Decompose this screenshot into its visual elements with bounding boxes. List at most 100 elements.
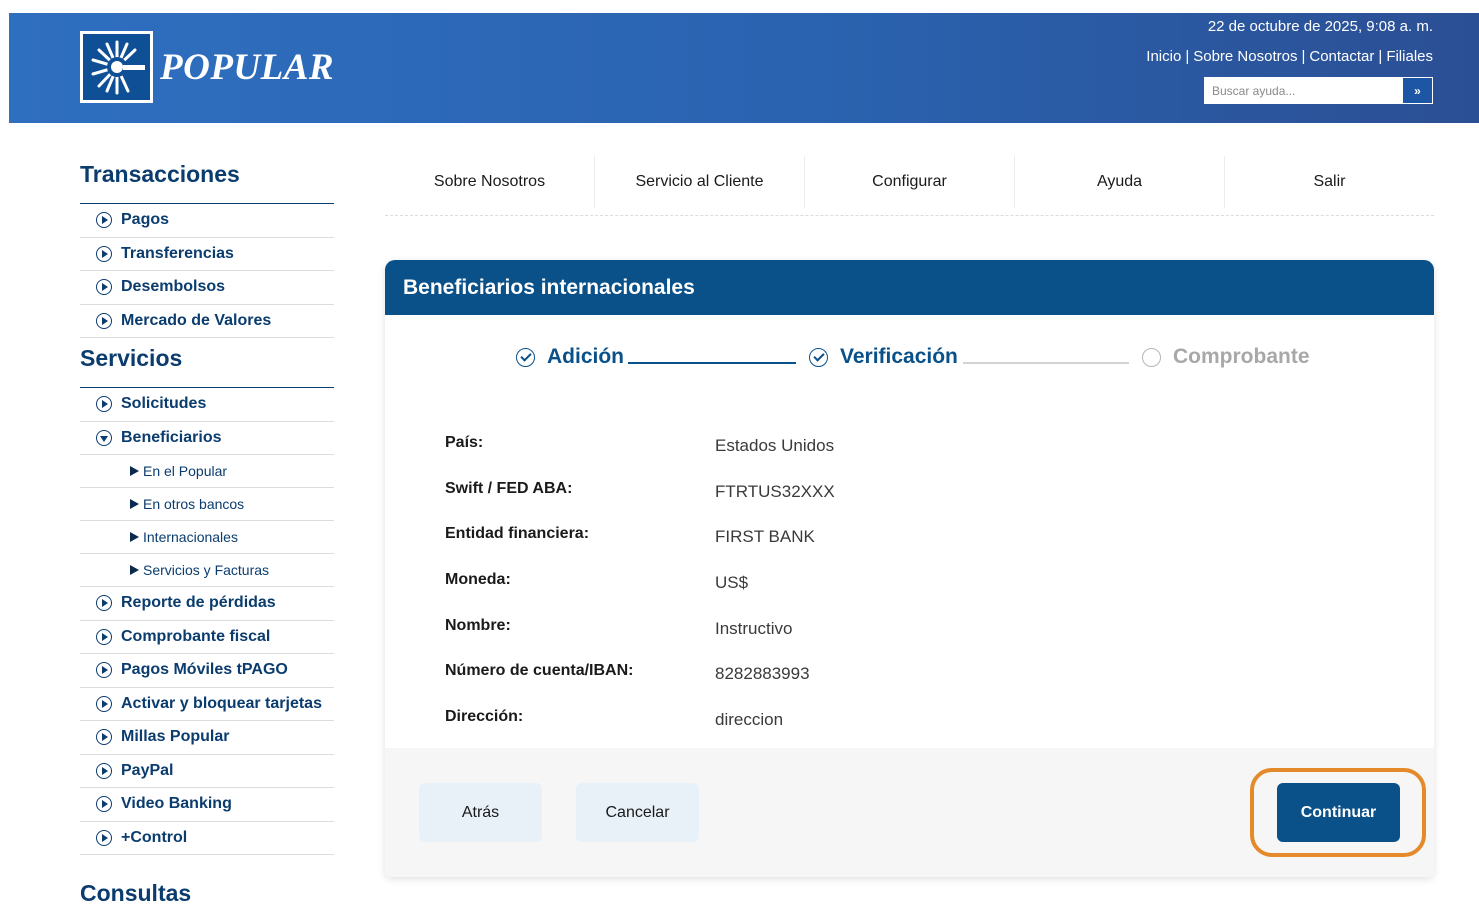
triangle-right-icon [130, 466, 139, 476]
sidebar-subitem-label: Servicios y Facturas [143, 562, 270, 578]
sidebar-item-pagos-moviles[interactable]: Pagos Móviles tPAGO [80, 654, 334, 688]
sidebar-item-comprobante-fiscal[interactable]: Comprobante fiscal [80, 621, 334, 654]
sidebar-item-label: Comprobante fiscal [121, 627, 271, 645]
detail-row-direccion: Dirección: direccion [445, 704, 1345, 750]
detail-row-moneda: Moneda: US$ [445, 567, 1345, 613]
detail-label: Número de cuenta/IBAN: [445, 662, 634, 680]
play-circle-icon [96, 212, 112, 229]
link-inicio[interactable]: Inicio [1146, 48, 1181, 65]
link-separator: | [1301, 48, 1306, 65]
sidebar-item-label: Solicitudes [121, 395, 207, 413]
link-contactar[interactable]: Contactar [1309, 48, 1374, 65]
sidebar-subitem-servicios-y-facturas[interactable]: Servicios y Facturas [80, 554, 334, 587]
top-nav-tabs: Sobre Nosotros Servicio al Cliente Confi… [385, 156, 1434, 216]
detail-value: FTRTUS32XXX [715, 481, 835, 501]
play-circle-icon [96, 595, 112, 612]
sidebar-item-label: +Control [121, 828, 188, 846]
header-datetime: 22 de octubre de 2025, 9:08 a. m. [1207, 18, 1433, 35]
play-circle-icon [96, 695, 112, 712]
detail-row-cuenta: Número de cuenta/IBAN: 8282883993 [445, 658, 1345, 704]
cancel-button[interactable]: Cancelar [576, 783, 699, 842]
detail-row-swift: Swift / FED ABA: FTRTUS32XXX [445, 476, 1345, 522]
sidebar-item-label: PayPal [121, 761, 174, 779]
detail-label: Nombre: [445, 616, 511, 634]
site-header: POPULAR 22 de octubre de 2025, 9:08 a. m… [9, 13, 1479, 123]
sidebar-item-millas-popular[interactable]: Millas Popular [80, 721, 334, 755]
section-title-transacciones: Transacciones [80, 158, 334, 204]
sidebar-subitem-en-otros-bancos[interactable]: En otros bancos [80, 488, 334, 521]
popular-logo-icon[interactable] [80, 31, 153, 103]
continue-button[interactable]: Continuar [1277, 783, 1400, 842]
tab-sobre-nosotros[interactable]: Sobre Nosotros [385, 156, 595, 208]
tab-servicio-al-cliente[interactable]: Servicio al Cliente [595, 156, 805, 208]
sidebar-item-label: Millas Popular [121, 728, 230, 746]
play-circle-icon [96, 628, 112, 645]
link-separator: | [1378, 48, 1383, 65]
sidebar-subitem-label: En otros bancos [143, 496, 245, 512]
detail-label: País: [445, 434, 484, 451]
sidebar-item-transferencias[interactable]: Transferencias [80, 238, 334, 271]
sidebar-item-video-banking[interactable]: Video Banking [80, 788, 334, 822]
play-circle-icon [96, 829, 112, 846]
back-button[interactable]: Atrás [419, 783, 542, 842]
sidebar-subitem-internacionales[interactable]: Internacionales [80, 521, 334, 554]
detail-row-pais: País: Estados Unidos [445, 430, 1345, 476]
play-circle-icon [96, 279, 112, 296]
tab-salir[interactable]: Salir [1225, 156, 1434, 208]
sidebar-item-control[interactable]: +Control [80, 822, 334, 855]
chevron-down-circle-icon [96, 429, 112, 446]
sidebar-item-label: Pagos [121, 211, 170, 229]
detail-value: 8282883993 [715, 664, 810, 684]
sidebar-item-paypal[interactable]: PayPal [80, 755, 334, 788]
link-sobre-nosotros[interactable]: Sobre Nosotros [1193, 48, 1297, 65]
sidebar-item-beneficiarios[interactable]: Beneficiarios [80, 422, 334, 455]
sidebar-item-label: Desembolsos [121, 278, 226, 296]
header-links: Inicio | Sobre Nosotros | Contactar | Fi… [1146, 48, 1433, 65]
sidebar-item-label: Pagos Móviles tPAGO [121, 661, 288, 679]
step-comprobante: Comprobante [1142, 345, 1310, 369]
detail-value: Instructivo [715, 618, 793, 638]
section-title-servicios: Servicios [80, 342, 334, 388]
detail-label: Entidad financiera: [445, 525, 590, 543]
play-circle-icon [96, 729, 112, 746]
sidebar: Transacciones Pagos Transferencias Desem… [80, 158, 334, 855]
card-title: Beneficiarios internacionales [385, 260, 1434, 315]
sidebar-item-pagos[interactable]: Pagos [80, 204, 334, 238]
play-circle-icon [96, 396, 112, 413]
detail-value: Estados Unidos [715, 436, 835, 455]
sidebar-item-activar-bloquear-tarjetas[interactable]: Activar y bloquear tarjetas [80, 688, 334, 721]
sidebar-subitem-en-el-popular[interactable]: En el Popular [80, 455, 334, 488]
sidebar-item-label: Reporte de pérdidas [121, 594, 276, 612]
beneficiary-card: Beneficiarios internacionales Adición Ve… [385, 260, 1434, 877]
detail-row-entidad: Entidad financiera: FIRST BANK [445, 521, 1345, 567]
step-connector [963, 362, 1129, 364]
detail-value: direccion [715, 710, 784, 730]
card-actions: Atrás Cancelar Continuar [385, 748, 1434, 877]
detail-value: FIRST BANK [715, 527, 815, 547]
sidebar-item-label: Beneficiarios [121, 428, 222, 446]
detail-label: Dirección: [445, 708, 524, 726]
search-submit-button[interactable]: » [1402, 77, 1433, 104]
link-filiales[interactable]: Filiales [1386, 48, 1433, 65]
step-adicion: Adición [516, 345, 624, 369]
sidebar-item-label: Activar y bloquear tarjetas [121, 694, 322, 712]
sidebar-item-mercado-de-valores[interactable]: Mercado de Valores [80, 305, 334, 338]
progress-stepper: Adición Verificación Comprobante [385, 345, 1434, 381]
sidebar-item-label: Mercado de Valores [121, 311, 272, 329]
empty-circle-icon [1142, 347, 1161, 367]
step-label: Verificación [840, 345, 958, 368]
play-circle-icon [96, 662, 112, 679]
search-input[interactable] [1204, 77, 1402, 104]
tab-configurar[interactable]: Configurar [805, 156, 1015, 208]
step-connector [628, 362, 796, 364]
detail-value: US$ [715, 573, 749, 593]
section-title-consultas[interactable]: Consultas [80, 880, 191, 906]
sidebar-item-desembolsos[interactable]: Desembolsos [80, 271, 334, 305]
check-circle-icon [516, 347, 535, 367]
sidebar-item-label: Transferencias [121, 244, 234, 262]
sidebar-item-solicitudes[interactable]: Solicitudes [80, 388, 334, 422]
sidebar-subitem-label: En el Popular [143, 463, 228, 479]
tab-ayuda[interactable]: Ayuda [1015, 156, 1225, 208]
sidebar-item-reporte-de-perdidas[interactable]: Reporte de pérdidas [80, 587, 334, 621]
sidebar-item-label: Video Banking [121, 795, 232, 813]
